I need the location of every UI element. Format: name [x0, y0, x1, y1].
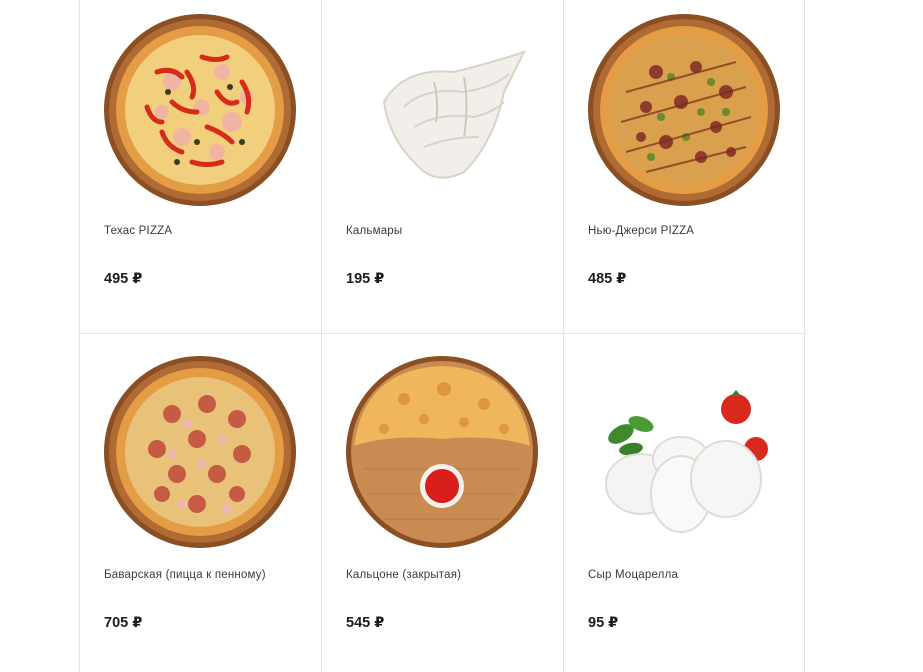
product-price: 495 ₽ — [104, 271, 143, 287]
product-card[interactable]: Техас PIZZA 495 ₽ — [80, 0, 322, 334]
product-name[interactable]: Техас PIZZA — [104, 225, 172, 237]
product-card[interactable]: Нью-Джерси PIZZA 485 ₽ — [564, 0, 806, 334]
product-name[interactable]: Нью-Джерси PIZZA — [588, 225, 694, 237]
product-price: 195 ₽ — [346, 271, 385, 287]
product-name[interactable]: Сыр Моцарелла — [588, 569, 678, 581]
calzone-icon — [344, 354, 540, 550]
pizza-icon — [102, 354, 298, 550]
product-card[interactable]: Кальмары 195 ₽ — [322, 0, 564, 334]
squid-icon — [344, 12, 540, 208]
product-name[interactable]: Кальмары — [346, 225, 402, 237]
pizza-icon — [102, 12, 298, 208]
product-card[interactable]: Сыр Моцарелла 95 ₽ — [564, 334, 806, 672]
product-name[interactable]: Баварская (пицца к пенному) — [104, 569, 266, 581]
product-grid: Техас PIZZA 495 ₽ Кальмары 195 ₽ Нью-Дже… — [79, 0, 806, 672]
mozzarella-icon — [586, 354, 782, 550]
pizza-icon — [586, 12, 782, 208]
product-price: 705 ₽ — [104, 615, 143, 631]
product-card[interactable]: Кальцоне (закрытая) 545 ₽ — [322, 334, 564, 672]
product-price: 545 ₽ — [346, 615, 385, 631]
product-price: 485 ₽ — [588, 271, 627, 287]
product-card[interactable]: Баварская (пицца к пенному) 705 ₽ — [80, 334, 322, 672]
product-name[interactable]: Кальцоне (закрытая) — [346, 569, 461, 581]
product-price: 95 ₽ — [588, 615, 619, 631]
